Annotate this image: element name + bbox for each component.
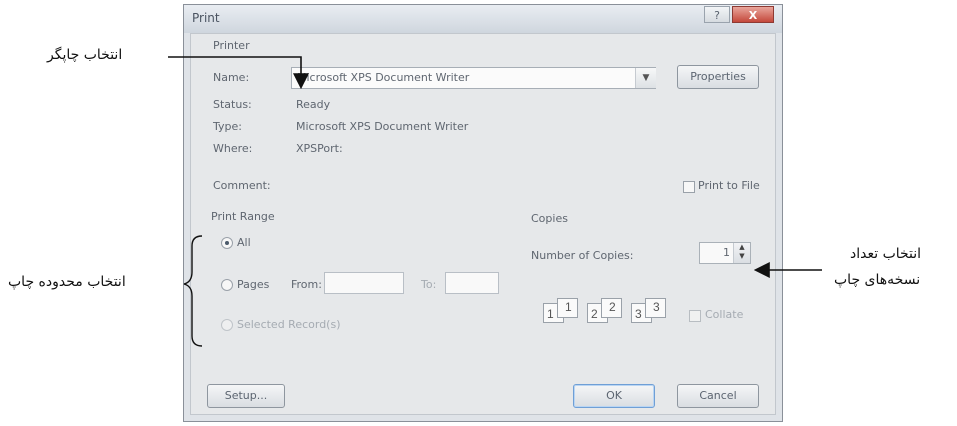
annotation-select-range: انتخاب محدوده چاپ [8,274,126,290]
annotation-select-copies-2: نسخه‌های چاپ [834,272,921,288]
annotation-select-printer: انتخاب چاپگر [47,47,123,63]
annotation-overlay [168,56,822,347]
annotation-brace-range [183,235,203,347]
annotation-arrow-printer [168,56,309,90]
annotation-select-copies-1: انتخاب تعداد [850,246,922,262]
